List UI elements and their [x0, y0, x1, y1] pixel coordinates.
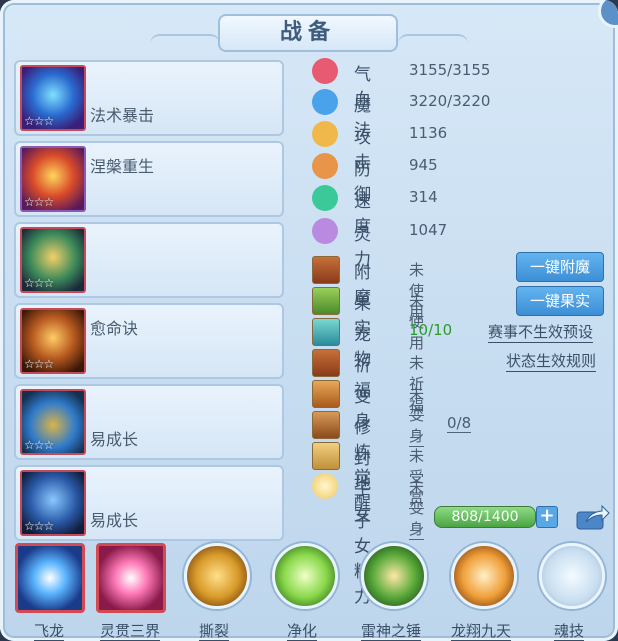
awaken-link[interactable]: 0/8	[447, 414, 472, 433]
stat-value: 3220/3220	[409, 92, 491, 110]
heart-icon	[312, 58, 338, 84]
skill-dragon-soar[interactable]: 龙翔九天	[447, 543, 517, 641]
claw-icon	[184, 543, 250, 609]
hammer-icon	[361, 543, 427, 609]
skill-slot[interactable]: ☆☆☆	[14, 222, 284, 298]
pray-icon	[312, 349, 340, 377]
child-icon	[312, 473, 338, 499]
title-ornament-right	[398, 34, 468, 46]
fruit-icon	[312, 287, 340, 315]
skill-flying-dragon[interactable]: 飞龙	[15, 543, 85, 641]
skill-label: 龙翔九天	[450, 622, 511, 641]
battle-prep-panel: 战备 ☆☆☆ 法术暴击 ☆☆☆ 涅槃重生 ☆☆☆ ☆☆☆ 愈命诀 ☆☆☆ 易成长…	[0, 0, 618, 641]
transform-link[interactable]: 未变身	[409, 383, 425, 447]
stat-value: 3155/3155	[409, 61, 491, 79]
skill-name: 易成长	[90, 430, 139, 449]
awaken-icon	[312, 411, 340, 439]
skill-three-realms[interactable]: 灵贯三界	[96, 543, 166, 641]
three-realms-icon	[96, 543, 166, 613]
skill-slot[interactable]: ☆☆☆ 易成长	[14, 465, 284, 541]
transform-icon	[312, 380, 340, 408]
fief-icon	[312, 442, 340, 470]
skill-list: ☆☆☆ 法术暴击 ☆☆☆ 涅槃重生 ☆☆☆ ☆☆☆ 愈命诀 ☆☆☆ 易成长 ☆☆…	[14, 60, 284, 546]
status-rules-link[interactable]: 状态生效规则	[506, 350, 597, 372]
skill-label: 灵贯三界	[99, 622, 160, 641]
skill-stars: ☆☆☆	[24, 357, 54, 371]
child-energy-bar: 808/1400	[434, 506, 536, 528]
skill-label: 撕裂	[198, 622, 229, 641]
add-energy-button[interactable]: +	[536, 506, 558, 528]
skill-icon-nirvana: ☆☆☆	[20, 146, 86, 212]
skill-icon-dragon: ☆☆☆	[20, 308, 86, 374]
skill-label: 魂技	[553, 622, 584, 641]
skill-stars: ☆☆☆	[24, 195, 54, 209]
item-value: 10/10	[409, 321, 453, 339]
pet-avatar-icon	[312, 318, 340, 346]
bottom-skill-bar: 飞龙 灵贯三界 撕裂 净化 雷神之锤 龙翔九天 魂技	[0, 537, 618, 641]
skill-slot[interactable]: ☆☆☆ 涅槃重生	[14, 141, 284, 217]
skill-name: 愈命诀	[90, 319, 139, 338]
shield-icon	[312, 153, 338, 179]
enchant-all-button[interactable]: 一键附魔	[516, 252, 604, 282]
skill-soul[interactable]: 魂技	[535, 543, 605, 641]
enchant-icon	[312, 256, 340, 284]
lightning-icon	[312, 185, 338, 211]
panel-title: 战备	[218, 14, 398, 52]
skill-stars: ☆☆☆	[24, 276, 54, 290]
stat-value: 1136	[409, 124, 448, 142]
skill-icon-growth-ring: ☆☆☆	[20, 389, 86, 455]
skill-slot[interactable]: ☆☆☆ 法术暴击	[14, 60, 284, 136]
skill-icon-growth-robe: ☆☆☆	[20, 470, 86, 536]
fruit-all-button[interactable]: 一键果实	[516, 286, 604, 316]
event-preset-link[interactable]: 赛事不生效预设	[488, 321, 594, 343]
skill-name: 涅槃重生	[90, 157, 155, 176]
title-ornament-left	[150, 34, 220, 46]
energy-value: 808/1400	[451, 509, 519, 525]
stat-value: 945	[409, 156, 438, 174]
sword-icon	[312, 121, 338, 147]
skill-name: 法术暴击	[90, 106, 155, 125]
heart-purify-icon	[272, 543, 338, 609]
skill-icon-relic: ☆☆☆	[20, 227, 86, 293]
skill-slot[interactable]: ☆☆☆ 易成长	[14, 384, 284, 460]
skill-icon-magic-crit: ☆☆☆	[20, 65, 86, 131]
close-icon[interactable]	[598, 0, 618, 28]
skill-tear[interactable]: 撕裂	[180, 543, 250, 641]
skill-label: 净化	[286, 622, 317, 641]
skill-purify[interactable]: 净化	[268, 543, 338, 641]
flying-dragon-icon	[15, 543, 85, 613]
skill-slot[interactable]: ☆☆☆ 愈命诀	[14, 303, 284, 379]
skill-label: 雷神之锤	[360, 622, 421, 641]
mana-drop-icon	[312, 89, 338, 115]
skill-thor-hammer[interactable]: 雷神之锤	[357, 543, 427, 641]
share-icon[interactable]	[576, 504, 610, 530]
child-link[interactable]: 未变身	[409, 476, 425, 540]
skill-stars: ☆☆☆	[24, 438, 54, 452]
stat-value: 1047	[409, 221, 448, 239]
skill-label: 飞龙	[33, 622, 64, 641]
dragon-soar-icon	[451, 543, 517, 609]
spirit-icon	[312, 218, 338, 244]
skill-name: 易成长	[90, 511, 139, 530]
skill-stars: ☆☆☆	[24, 519, 54, 533]
stat-value: 314	[409, 188, 438, 206]
soul-emblem-icon	[539, 543, 605, 609]
skill-stars: ☆☆☆	[24, 114, 54, 128]
